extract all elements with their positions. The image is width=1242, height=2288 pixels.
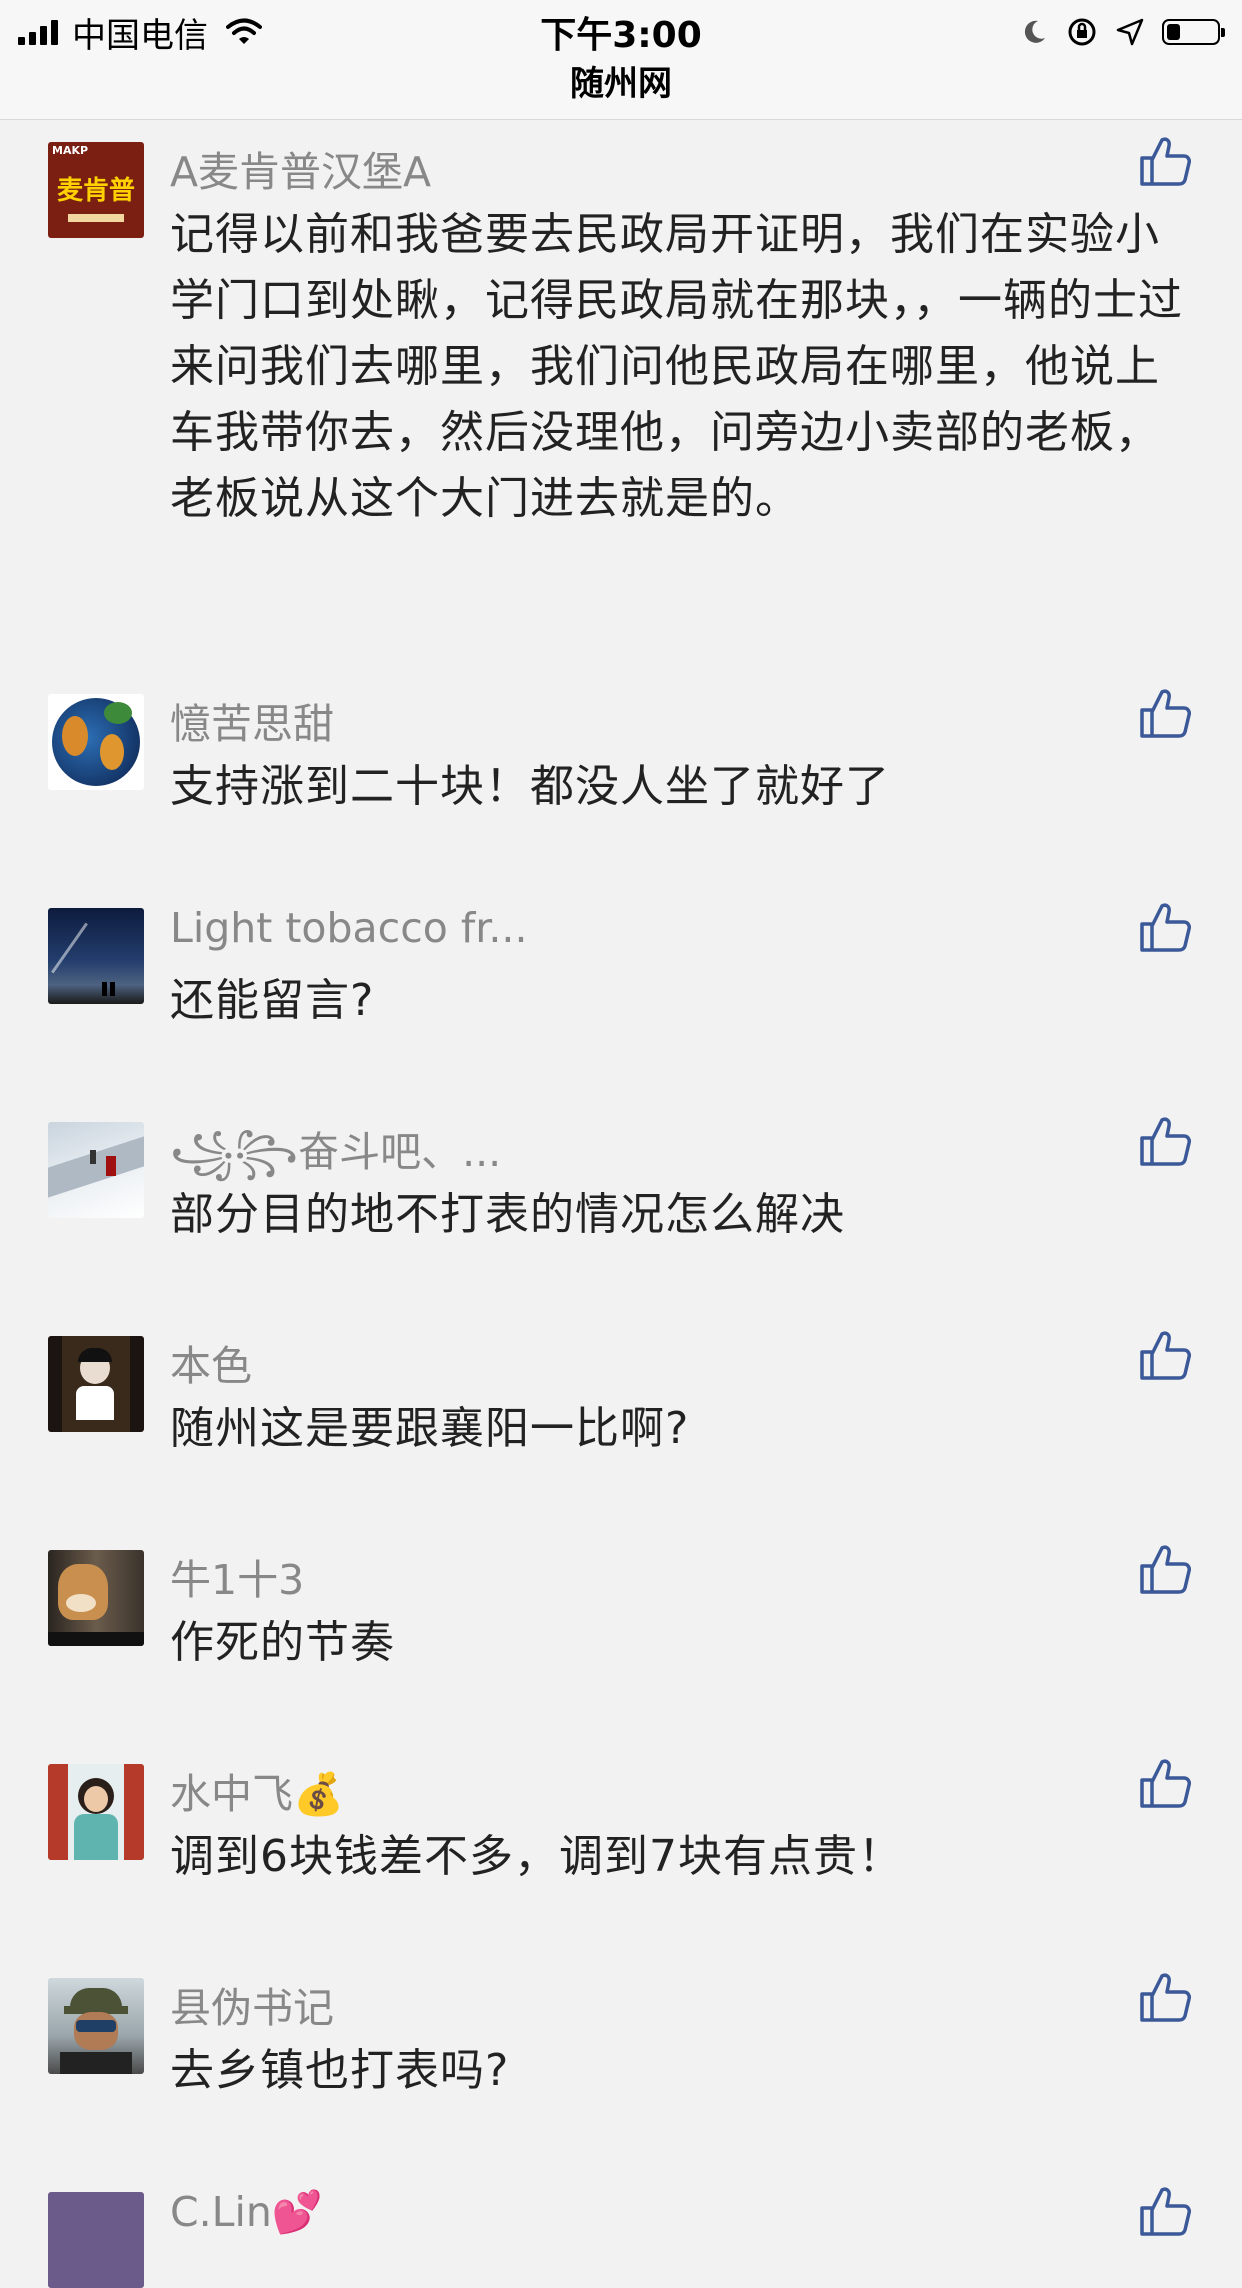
avatar [48, 1550, 144, 1646]
location-icon [1116, 18, 1144, 46]
page-title: 随州网 [570, 64, 672, 104]
avatar [48, 1336, 144, 1432]
comment-text: 部分目的地不打表的情况怎么解决 [170, 1189, 845, 1240]
comment-text: 调到6块钱差不多，调到7块有点贵！ [170, 1831, 903, 1882]
comment-author[interactable]: 水中飞💰 [170, 1760, 344, 1820]
comment-text: 还能留言? [170, 975, 375, 1026]
rotation-lock-icon [1068, 18, 1096, 46]
thumbs-up-icon[interactable] [1138, 1542, 1192, 1596]
battery-icon [1162, 19, 1225, 45]
comment-author[interactable]: 本色 [170, 1332, 252, 1392]
thumbs-up-icon[interactable] [1138, 686, 1192, 740]
thumbs-up-icon[interactable] [1138, 1756, 1192, 1810]
comment-author[interactable]: 县伪书记 [170, 1974, 334, 2034]
battery-level [1167, 24, 1181, 40]
thumbs-up-icon[interactable] [1138, 1970, 1192, 2024]
comment-text: 随州这是要跟襄阳一比啊? [170, 1403, 690, 1454]
moon-icon [1024, 20, 1045, 43]
thumbs-up-icon[interactable] [1138, 1328, 1192, 1382]
avatar [48, 1122, 144, 1218]
comment-text: 去乡镇也打表吗? [170, 2045, 510, 2096]
comment-text: 支持涨到二十块！都没人坐了就好了 [170, 761, 890, 812]
comment-author[interactable]: 憶苦思甜 [170, 690, 334, 750]
thumbs-up-icon[interactable] [1138, 134, 1192, 188]
comment-text: 作死的节奏 [170, 1617, 395, 1668]
comment-author[interactable]: 牛1十3 [170, 1546, 304, 1606]
avatar-logo-text: 麦肯普 [56, 176, 135, 206]
avatar [48, 694, 144, 790]
avatar [48, 908, 144, 1004]
avatar [48, 1764, 144, 1860]
thumbs-up-icon[interactable] [1138, 900, 1192, 954]
comment-author[interactable]: Light tobacco fr... [170, 904, 528, 952]
avatar: MAKP 麦肯普 [48, 142, 144, 238]
comment-author[interactable]: A麦肯普汉堡A [170, 138, 431, 198]
comment-author[interactable]: C.Lin💕 [170, 2188, 323, 2237]
avatar [48, 2192, 144, 2288]
thumbs-up-icon[interactable] [1138, 2184, 1192, 2238]
comment-text: 记得以前和我爸要去民政局开证明，我们在实验小学门口到处瞅，记得民政局就在那块，，… [170, 209, 1183, 524]
status-bar: 中国电信 下午3:00 随州网 [0, 0, 1242, 120]
avatar [48, 1978, 144, 2074]
thumbs-up-icon[interactable] [1138, 1114, 1192, 1168]
avatar-small-text: MAKP [52, 144, 89, 157]
